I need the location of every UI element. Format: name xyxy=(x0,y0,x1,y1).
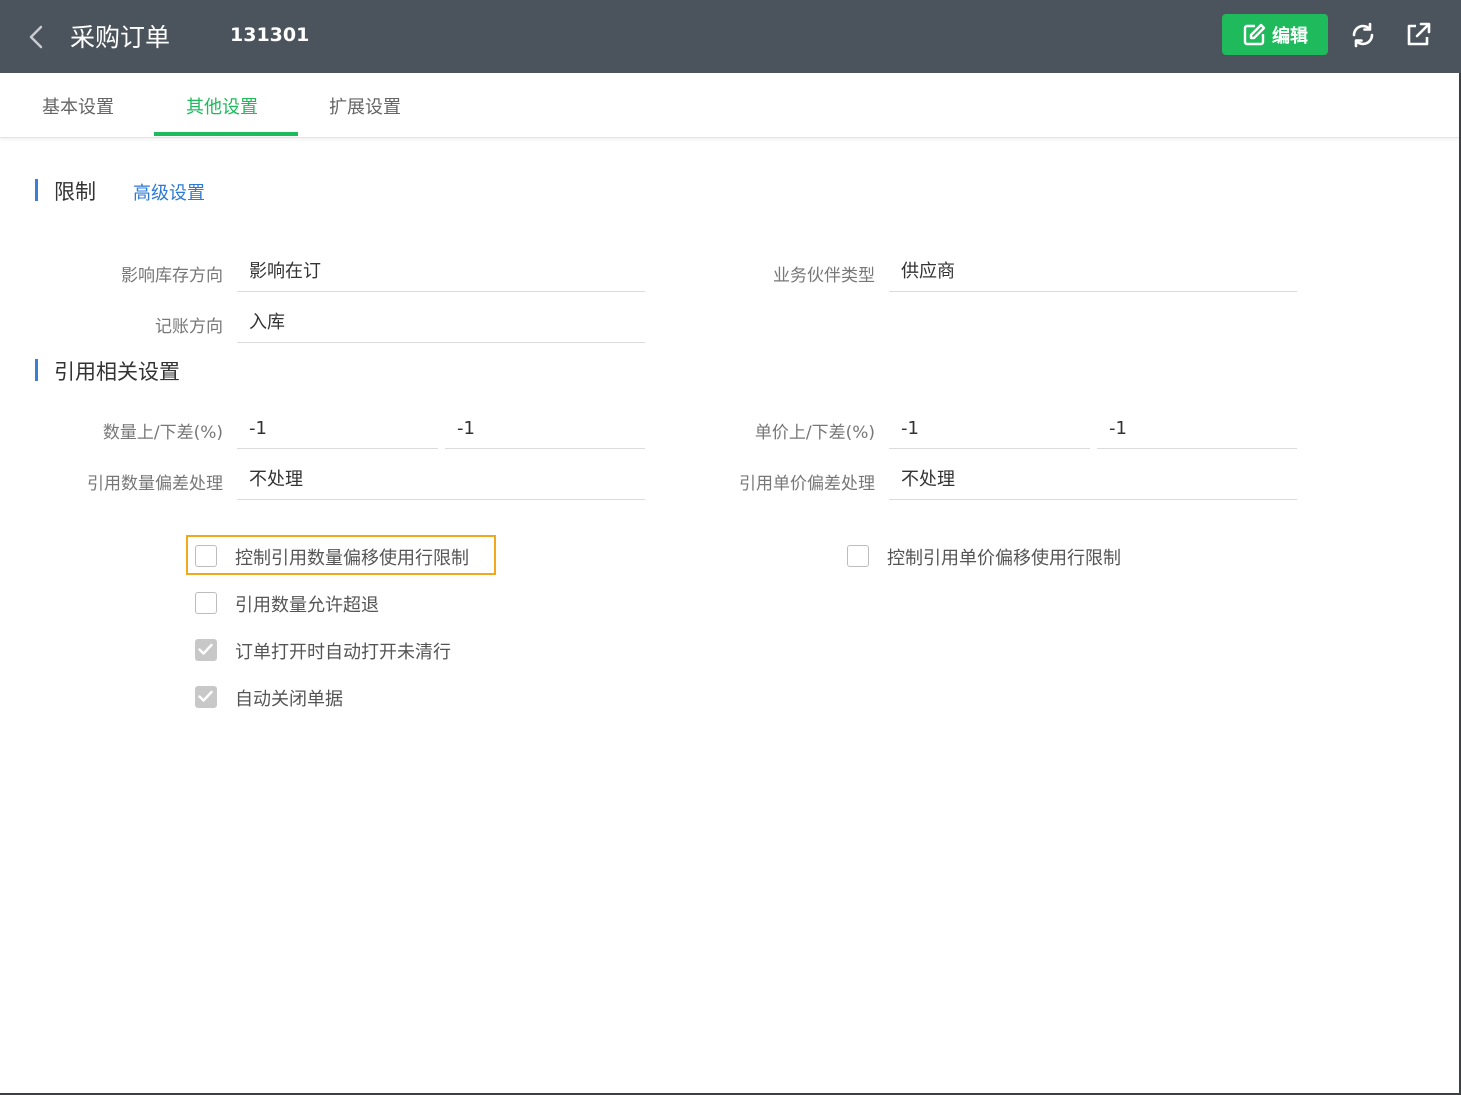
ctrl-price-offset-checkbox[interactable] xyxy=(847,545,869,567)
tab-other-settings[interactable]: 其他设置 xyxy=(186,93,258,119)
qty-deviation-select[interactable]: 不处理 xyxy=(237,460,645,500)
qty-tolerance-label: 数量上/下差(%) xyxy=(102,423,223,443)
price-deviation-label: 引用单价偏差处理 xyxy=(739,474,875,494)
price-deviation-select[interactable]: 不处理 xyxy=(889,460,1297,500)
tab-extension-settings[interactable]: 扩展设置 xyxy=(329,93,401,119)
header-bar: 采购订单 131301 编辑 xyxy=(0,0,1461,73)
page-title: 采购订单 xyxy=(70,23,171,52)
auto-close-checkbox[interactable] xyxy=(195,686,217,708)
posting-direction-field[interactable]: 入库 xyxy=(237,303,645,343)
share-icon[interactable] xyxy=(1403,20,1433,50)
allow-qty-over-return-checkbox[interactable] xyxy=(195,592,217,614)
qty-upper-tolerance-field[interactable]: -1 xyxy=(237,409,438,449)
ctrl-price-offset-label[interactable]: 控制引用单价偏移使用行限制 xyxy=(887,544,1121,570)
tab-basic-settings[interactable]: 基本设置 xyxy=(42,93,114,119)
active-tab-indicator xyxy=(154,132,298,136)
refresh-icon[interactable] xyxy=(1348,20,1378,50)
stock-direction-field[interactable]: 影响在订 xyxy=(237,252,645,292)
price-tolerance-label: 单价上/下差(%) xyxy=(754,423,875,443)
stock-direction-label: 影响库存方向 xyxy=(121,266,223,286)
partner-type-label: 业务伙伴类型 xyxy=(773,266,875,286)
price-lower-tolerance-field[interactable]: -1 xyxy=(1097,409,1297,449)
document-number: 131301 xyxy=(230,24,310,46)
qty-deviation-label: 引用数量偏差处理 xyxy=(87,474,223,494)
advanced-settings-link[interactable]: 高级设置 xyxy=(133,179,205,205)
qty-lower-tolerance-field[interactable]: -1 xyxy=(445,409,645,449)
ctrl-qty-offset-label[interactable]: 控制引用数量偏移使用行限制 xyxy=(235,544,469,570)
section-marker xyxy=(35,179,38,201)
back-arrow-icon[interactable] xyxy=(22,22,50,52)
edit-button-label: 编辑 xyxy=(1272,25,1308,47)
auto-open-uncleared-checkbox[interactable] xyxy=(195,639,217,661)
checkmark-icon xyxy=(198,690,213,702)
section-title-reference: 引用相关设置 xyxy=(54,360,180,384)
tab-bar: 基本设置 其他设置 扩展设置 xyxy=(0,73,1459,138)
auto-close-label[interactable]: 自动关闭单据 xyxy=(235,685,343,711)
ctrl-qty-offset-checkbox[interactable] xyxy=(195,545,217,567)
checkmark-icon xyxy=(198,643,213,655)
posting-direction-label: 记账方向 xyxy=(155,317,223,337)
edit-icon xyxy=(1243,23,1266,45)
auto-open-uncleared-label[interactable]: 订单打开时自动打开未清行 xyxy=(235,638,451,664)
section-title-limit: 限制 xyxy=(54,180,96,204)
section-marker xyxy=(35,359,38,381)
edit-button[interactable]: 编辑 xyxy=(1222,14,1328,55)
price-upper-tolerance-field[interactable]: -1 xyxy=(889,409,1090,449)
allow-qty-over-return-label[interactable]: 引用数量允许超退 xyxy=(235,591,379,617)
partner-type-field[interactable]: 供应商 xyxy=(889,252,1297,292)
